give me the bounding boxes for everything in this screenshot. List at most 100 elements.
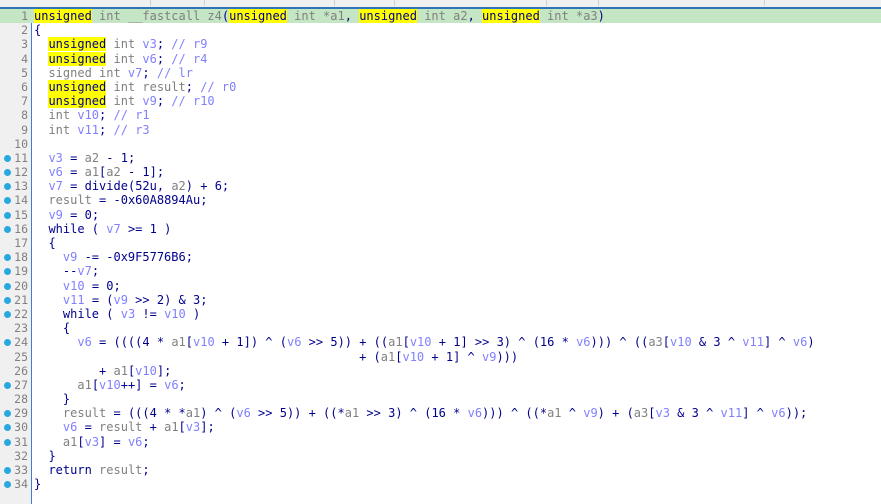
code-line[interactable]: 29 result = (((4 * *a1) ^ (v6 >> 5)) + (… <box>0 406 881 420</box>
code-line-list[interactable]: 1 unsigned int __fastcall z4(unsigned int… <box>0 9 881 491</box>
code-token[interactable]: ) ^ ( <box>395 406 431 420</box>
code-token[interactable]: ; <box>186 250 193 264</box>
code-token[interactable]: v6 <box>164 378 178 392</box>
code-text[interactable]: unsigned int v3; // r9 <box>34 37 207 52</box>
code-token[interactable]: result <box>99 420 142 434</box>
code-token[interactable]: result <box>48 193 91 207</box>
code-token[interactable]: 5 <box>330 335 337 349</box>
code-token[interactable]: } <box>34 392 70 406</box>
code-line[interactable]: 5 signed int v7; // lr <box>0 66 881 80</box>
code-token[interactable]: + <box>215 335 237 349</box>
code-token[interactable]: ; <box>157 94 164 108</box>
code-token[interactable]: a1 <box>186 406 200 420</box>
code-token[interactable]: z4 <box>207 9 221 23</box>
code-line[interactable]: 9 int v11; // r3 <box>0 123 881 137</box>
code-token[interactable]: 2 <box>157 293 164 307</box>
code-token[interactable] <box>34 52 48 66</box>
code-token[interactable]: unsigned <box>48 51 107 66</box>
code-token[interactable]: v7 <box>48 179 62 193</box>
code-token[interactable] <box>34 435 63 449</box>
code-text[interactable]: { <box>34 236 55 250</box>
code-line[interactable]: 31 a1[v3] = v6; <box>0 435 881 449</box>
code-token[interactable]: 4 <box>142 335 149 349</box>
code-token[interactable]: divide <box>85 179 128 193</box>
code-token[interactable]: - <box>121 165 143 179</box>
code-token[interactable] <box>34 94 48 108</box>
code-text[interactable]: a1[v10++] = v6; <box>34 378 185 392</box>
code-token[interactable]: ( <box>99 307 121 321</box>
code-text[interactable]: while ( v7 >= 1 ) <box>34 222 171 236</box>
code-token[interactable]: ; <box>200 193 207 207</box>
code-text[interactable]: unsigned int v9; // r10 <box>34 94 215 109</box>
code-token[interactable]: // r9 <box>171 37 207 51</box>
code-text[interactable]: v10 = 0; <box>34 279 121 293</box>
code-token[interactable]: result <box>63 406 106 420</box>
code-token[interactable]: ) & <box>164 293 193 307</box>
code-token[interactable]: - <box>99 151 121 165</box>
code-token[interactable]: v3 <box>121 307 135 321</box>
code-token[interactable]: unsigned <box>229 9 287 23</box>
code-token[interactable]: a1 <box>171 335 185 349</box>
code-token[interactable]: int <box>106 94 142 108</box>
code-token[interactable]: ] = <box>99 435 128 449</box>
code-token[interactable]: + <box>142 420 164 434</box>
code-token[interactable]: result <box>142 80 185 94</box>
code-token[interactable]: ; <box>142 435 149 449</box>
code-token[interactable]: = <box>63 165 85 179</box>
code-token[interactable]: v11 <box>63 293 85 307</box>
code-token[interactable]: v10 <box>99 378 121 392</box>
code-text[interactable]: --v7; <box>34 264 99 278</box>
code-token[interactable]: // r1 <box>114 108 150 122</box>
code-token[interactable]: // r4 <box>171 52 207 66</box>
code-token[interactable]: != <box>135 307 164 321</box>
code-token[interactable]: result <box>99 463 142 477</box>
code-token[interactable]: a1 <box>345 406 359 420</box>
code-line[interactable]: 1 unsigned int __fastcall z4(unsigned int… <box>0 9 881 24</box>
code-token[interactable]: = <box>63 151 85 165</box>
code-token[interactable]: { <box>34 23 41 37</box>
code-text[interactable]: v9 = 0; <box>34 208 99 222</box>
code-token[interactable] <box>106 123 113 137</box>
code-line[interactable]: 8 int v10; // r1 <box>0 108 881 122</box>
code-text[interactable]: v6 = a1[a2 - 1]; <box>34 165 164 179</box>
code-token[interactable]: ] ^ <box>453 350 482 364</box>
code-token[interactable]: } <box>34 449 55 463</box>
code-token[interactable]: a3 <box>648 335 662 349</box>
code-token[interactable]: unsigned <box>34 9 92 23</box>
code-token[interactable]: ) + ( <box>598 406 634 420</box>
code-token[interactable]: v6 <box>142 52 156 66</box>
code-token[interactable] <box>34 250 63 264</box>
code-token[interactable]: ))) ^ ((* <box>482 406 547 420</box>
code-token[interactable]: , <box>157 179 171 193</box>
code-token[interactable]: v11 <box>742 335 764 349</box>
code-token[interactable]: )); <box>786 406 808 420</box>
code-token[interactable]: v6 <box>576 335 590 349</box>
code-line[interactable]: 6 unsigned int result; // r0 <box>0 79 881 94</box>
code-token[interactable]: v7 <box>106 222 120 236</box>
code-token[interactable]: [ <box>77 435 84 449</box>
code-token[interactable]: )) + ((* <box>287 406 345 420</box>
code-token[interactable]: a2 <box>171 179 185 193</box>
code-text[interactable]: v6 = result + a1[v3]; <box>34 420 215 434</box>
code-token[interactable]: ^ <box>562 406 584 420</box>
code-token[interactable]: ++] = <box>121 378 164 392</box>
code-token[interactable]: ; <box>92 208 99 222</box>
code-token[interactable] <box>34 37 48 51</box>
code-token[interactable]: __fastcall <box>121 9 208 23</box>
code-token[interactable]: ) <box>598 9 605 23</box>
code-token[interactable]: ] ^ <box>742 406 771 420</box>
code-token[interactable]: ) + <box>186 179 215 193</box>
code-text[interactable]: } <box>34 477 41 491</box>
code-line[interactable]: 19 --v7; <box>0 264 881 278</box>
code-text[interactable]: + (a1[v10 + 1] ^ v9))) <box>34 350 518 364</box>
code-token[interactable] <box>34 378 77 392</box>
code-line[interactable]: 2{ <box>0 23 881 37</box>
code-token[interactable] <box>34 279 63 293</box>
code-token[interactable]: ; <box>157 37 164 51</box>
code-token[interactable]: v9 <box>63 250 77 264</box>
code-token[interactable]: ]; <box>200 420 214 434</box>
code-token[interactable]: 0x60A8894Au <box>121 193 200 207</box>
code-token[interactable] <box>92 9 99 23</box>
code-token[interactable]: >> <box>301 335 330 349</box>
code-token[interactable]: ) <box>807 335 814 349</box>
